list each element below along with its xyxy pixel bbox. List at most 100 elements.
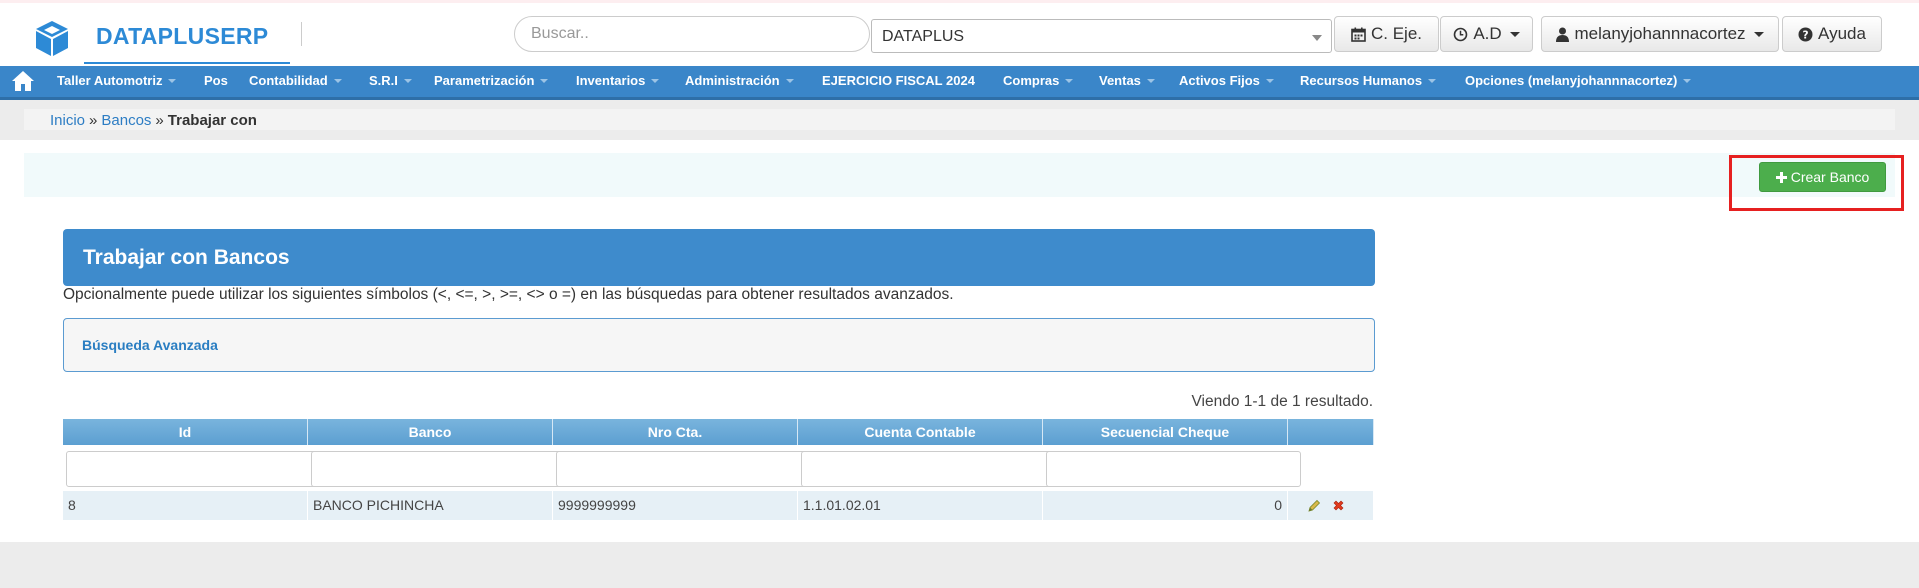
action-toolbar [24,153,1895,197]
brand-logo[interactable] [32,18,72,58]
search-input[interactable] [514,16,870,52]
filter-cell [63,445,321,491]
nav-item-ventas[interactable]: Ventas [1099,73,1155,88]
nav-item-label: Inventarios [576,73,646,88]
brand-name[interactable]: DATAPLUSERP [96,23,268,50]
caret-down-icon [1428,78,1437,83]
column-header-cuenta-contable[interactable]: Cuenta Contable [798,419,1043,445]
chevron-down-icon [1312,35,1322,41]
breadcrumb-bancos-link[interactable]: Bancos [101,112,151,129]
clock-icon [1454,27,1468,41]
create-bank-label: Crear Banco [1790,169,1870,185]
nav-item-pos[interactable]: Pos [204,73,228,88]
breadcrumb-separator: » [155,112,164,129]
caret-down-icon [1683,78,1692,83]
create-bank-button[interactable]: Crear Banco [1759,162,1886,192]
column-header-actions [1288,419,1374,445]
breadcrumb-current: Trabajar con [167,112,257,129]
nav-item-label: Contabilidad [249,73,328,88]
caret-down-icon [1265,78,1274,83]
home-icon[interactable] [11,70,35,92]
nav-item-label: Administración [685,73,780,88]
top-header: DATAPLUSERP DATAPLUS C. Eje. A.D melany [0,0,1919,66]
nav-item-taller-automotriz[interactable]: Taller Automotriz [57,73,177,88]
caret-down-icon [540,78,549,83]
column-header-nro-cta[interactable]: Nro Cta. [553,419,798,445]
help-button[interactable]: ? Ayuda [1782,16,1882,52]
calendar-icon [1351,27,1366,42]
nav-item-ejercicio-fiscal[interactable]: EJERCICIO FISCAL 2024 [822,73,975,88]
column-header-banco[interactable]: Banco [308,419,553,445]
nav-item-label: Activos Fijos [1179,73,1260,88]
fiscal-year-label: C. Eje. [1370,24,1423,43]
header-accent-line [0,0,1919,3]
results-summary: Viendo 1-1 de 1 resultado. [1191,393,1373,410]
nav-item-label: Parametrización [434,73,535,88]
nav-item-label: Pos [204,73,228,88]
nav-item-recursos-humanos[interactable]: Recursos Humanos [1300,73,1437,88]
nav-item-opciones[interactable]: Opciones (melanyjohannnacortez) [1465,73,1692,88]
nav-item-label: S.R.I [369,73,398,88]
nav-item-label: EJERCICIO FISCAL 2024 [822,73,975,88]
ad-label: A.D [1473,24,1502,43]
page-title: Trabajar con Bancos [83,246,290,269]
nav-item-label: Taller Automotriz [57,73,163,88]
delete-icon[interactable] [1330,498,1346,514]
caret-down-icon [1753,31,1764,37]
filter-cell [553,445,811,491]
table-row[interactable]: 8 BANCO PICHINCHA 9999999999 1.1.01.02.0… [63,491,1374,520]
cell-nro-cta: 9999999999 [553,491,798,520]
user-icon [1556,27,1570,42]
caret-down-icon [168,78,177,83]
breadcrumb-home-link[interactable]: Inicio [50,112,85,129]
filter-nro-cta-input[interactable] [556,451,811,487]
svg-text:?: ? [1803,29,1809,41]
caret-down-icon [333,78,342,83]
company-select[interactable]: DATAPLUS [871,19,1332,53]
nav-item-activos-fijos[interactable]: Activos Fijos [1179,73,1274,88]
page-footer-area [0,542,1919,588]
breadcrumb-background [24,109,1895,130]
nav-item-administracion[interactable]: Administración [685,73,794,88]
cell-secuencial-cheque: 0 [1043,491,1288,520]
filter-cuenta-contable-input[interactable] [801,451,1056,487]
caret-down-icon [785,78,794,83]
filter-banco-input[interactable] [311,451,566,487]
caret-down-icon [651,78,660,83]
fiscal-year-button[interactable]: C. Eje. [1334,16,1439,52]
nav-item-compras[interactable]: Compras [1003,73,1074,88]
search-hint-text: Opcionalmente puede utilizar los siguien… [63,286,954,303]
column-header-secuencial-cheque[interactable]: Secuencial Cheque [1043,419,1288,445]
advanced-search-panel: Búsqueda Avanzada [63,318,1375,372]
pencil-icon[interactable] [1306,498,1322,514]
filter-cell [798,445,1056,491]
user-menu-button[interactable]: melanyjohannnacortez [1541,16,1779,52]
filter-cell [1288,445,1374,491]
main-navbar: Taller Automotriz Pos Contabilidad S.R.I… [0,66,1919,100]
ad-dropdown-button[interactable]: A.D [1440,16,1533,52]
nav-item-label: Ventas [1099,73,1141,88]
filter-cell [308,445,566,491]
nav-item-contabilidad[interactable]: Contabilidad [249,73,342,88]
breadcrumb: Inicio» Bancos» Trabajar con [50,112,257,129]
caret-down-icon [1146,78,1155,83]
filter-secuencial-cheque-input[interactable] [1046,451,1301,487]
filter-id-input[interactable] [66,451,321,487]
nav-item-inventarios[interactable]: Inventarios [576,73,660,88]
filter-cell [1043,445,1301,491]
question-circle-icon: ? [1798,27,1813,41]
nav-item-label: Recursos Humanos [1300,73,1423,88]
cell-id: 8 [63,491,308,520]
brand-underline [84,62,290,64]
row-actions [1288,491,1374,520]
panel-header: Trabajar con Bancos [63,229,1375,286]
navbar-bottom-line [0,97,1919,100]
banks-table: Id Banco Nro Cta. Cuenta Contable Secuen… [63,419,1374,520]
plus-icon [1775,171,1787,183]
advanced-search-link[interactable]: Búsqueda Avanzada [82,337,218,353]
cube-logo-icon [36,21,68,56]
nav-item-parametrizacion[interactable]: Parametrización [434,73,549,88]
column-header-id[interactable]: Id [63,419,308,445]
nav-item-sri[interactable]: S.R.I [369,73,412,88]
caret-down-icon [1509,31,1520,37]
